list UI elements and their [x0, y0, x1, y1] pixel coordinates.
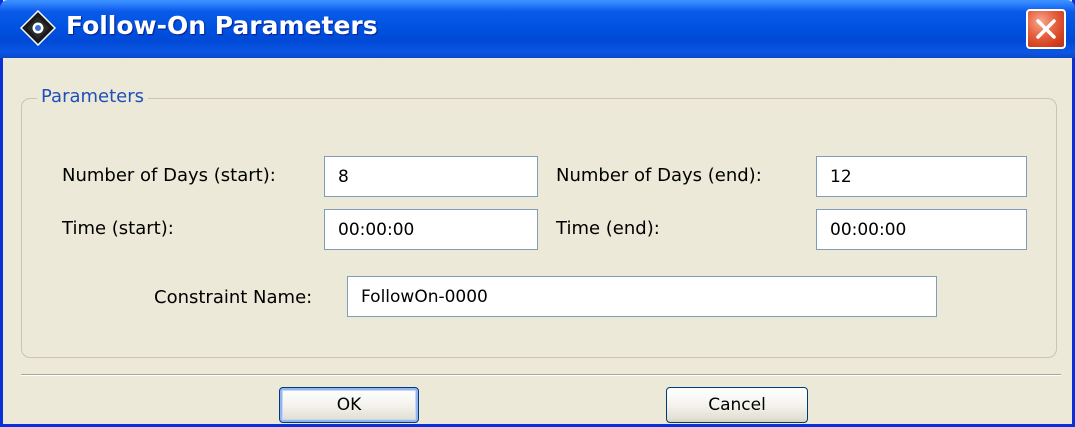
ok-button[interactable]: OK — [279, 387, 419, 423]
time-start-label: Time (start): — [62, 218, 174, 239]
close-icon — [1036, 19, 1056, 39]
constraint-name-field[interactable] — [347, 276, 937, 317]
title-bar[interactable]: Follow-On Parameters — [0, 0, 1075, 58]
close-button[interactable] — [1026, 9, 1066, 49]
constraint-name-label: Constraint Name: — [154, 287, 313, 308]
days-end-field[interactable] — [816, 156, 1027, 197]
time-start-field[interactable] — [324, 209, 538, 250]
dialog-window: Follow-On Parameters Parameters Number o… — [0, 0, 1075, 427]
window-title: Follow-On Parameters — [66, 11, 378, 40]
time-end-field[interactable] — [816, 209, 1027, 250]
days-start-label: Number of Days (start): — [62, 165, 276, 186]
days-start-field[interactable] — [324, 156, 538, 197]
app-diamond-icon — [19, 9, 57, 47]
cancel-button[interactable]: Cancel — [666, 387, 808, 423]
time-end-label: Time (end): — [556, 218, 660, 239]
days-end-label: Number of Days (end): — [556, 165, 762, 186]
button-separator — [21, 374, 1061, 376]
parameters-group-title: Parameters — [37, 84, 149, 110]
